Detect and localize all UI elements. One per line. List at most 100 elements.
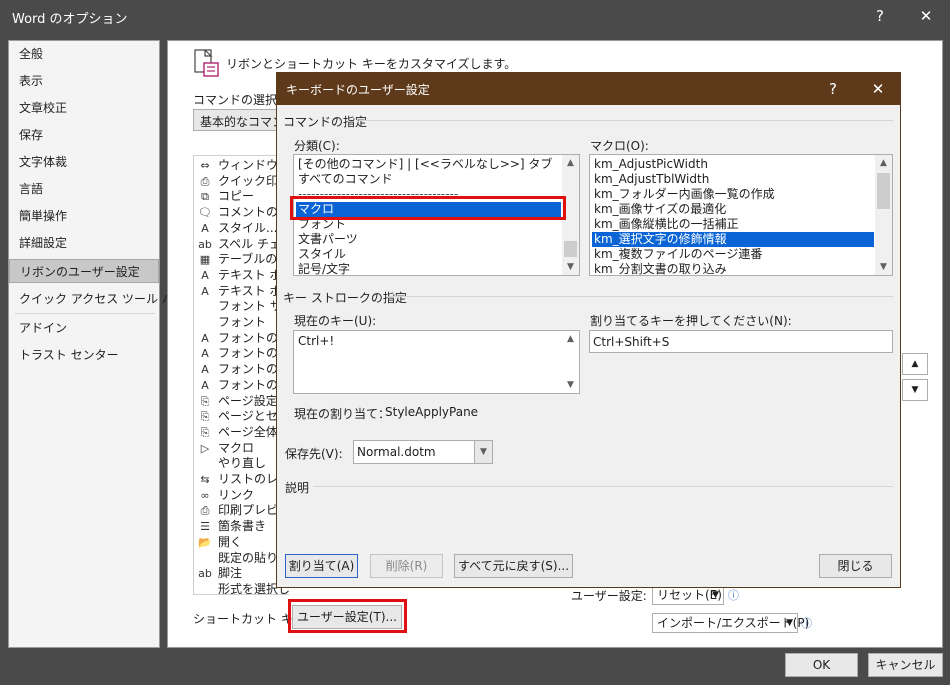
remove-button[interactable]: 削除(R): [370, 554, 443, 578]
scroll-down-icon[interactable]: ▼: [875, 259, 892, 275]
command-item[interactable]: ⎘ ページ設定...: [194, 394, 289, 410]
command-item[interactable]: 既定の貼り付け: [194, 551, 289, 567]
cancel-button[interactable]: キャンセル: [868, 653, 943, 677]
macro-item[interactable]: km_分割文書の取り込み: [592, 262, 874, 275]
category-item[interactable]: 文書パーツ: [296, 232, 561, 247]
command-item[interactable]: Aフォントの設定: [194, 378, 289, 394]
scroll-up-icon[interactable]: ▲: [562, 331, 579, 347]
macro-item[interactable]: km_AdjustTblWidth: [592, 172, 874, 187]
help-icon[interactable]: ?: [858, 0, 902, 32]
command-item[interactable]: A スタイル...: [194, 221, 289, 237]
nav-item-language[interactable]: 言語: [9, 177, 159, 201]
command-item[interactable]: Aテキスト ボックス: [194, 268, 289, 284]
group-divider: [389, 296, 893, 297]
command-item[interactable]: ▦テーブルの追加: [194, 252, 289, 268]
import-export-dropdown[interactable]: インポート/エクスポート(P) ▼: [652, 613, 809, 633]
command-item[interactable]: ⎙印刷プレビュー: [194, 503, 289, 519]
command-item[interactable]: ⎘ページとセクション: [194, 409, 289, 425]
nav-item-customize-ribbon[interactable]: リボンのユーザー設定: [9, 259, 159, 283]
command-label: 箇条書き: [218, 519, 267, 534]
scroll-thumb[interactable]: [564, 241, 577, 257]
command-item[interactable]: フォント: [194, 315, 289, 331]
press-new-key-label: 割り当てるキーを押してください(N):: [590, 314, 792, 328]
macro-item[interactable]: km_フォルダー内画像一覧の作成: [592, 187, 874, 202]
nav-item-typography[interactable]: 文字体裁: [9, 150, 159, 174]
category-item[interactable]: [その他のコマンド] | [<<ラベルなし>>] タブ: [296, 157, 561, 172]
scroll-up-icon[interactable]: ▲: [875, 155, 892, 171]
command-item[interactable]: フォント サイズ: [194, 299, 289, 315]
move-up-button[interactable]: ▲: [902, 353, 928, 375]
info-icon[interactable]: ⓘ: [801, 615, 812, 631]
scroll-down-icon[interactable]: ▼: [562, 259, 579, 275]
info-icon[interactable]: ⓘ: [728, 587, 739, 603]
command-icon: ▦: [199, 253, 211, 267]
choose-commands-select[interactable]: 基本的なコマンド: [193, 109, 279, 131]
command-icon: ⎘: [200, 410, 210, 424]
nav-item-accessibility[interactable]: 簡単操作: [9, 204, 159, 228]
nav-item-display[interactable]: 表示: [9, 69, 159, 93]
macros-list[interactable]: km_AdjustPicWidth km_AdjustTblWidth km_フ…: [589, 154, 893, 276]
command-icon: A: [201, 378, 209, 392]
description-heading: 説明: [285, 481, 310, 495]
command-item[interactable]: ⇔ウィンドウ幅に: [194, 158, 289, 174]
keyboard-customize-dialog: キーボードのユーザー設定 ? ✕ コマンドの指定 分類(C): [その他のコマン…: [276, 72, 901, 588]
move-down-button[interactable]: ▼: [902, 379, 928, 401]
command-item[interactable]: Aフォントの拡大: [194, 331, 289, 347]
current-keys-list[interactable]: Ctrl+! ▲ ▼: [293, 330, 580, 394]
command-icon: ∞: [200, 488, 210, 502]
command-item[interactable]: ⎘ ページ全体を: [194, 425, 289, 441]
macro-item-selected[interactable]: km_選択文字の修飾情報: [592, 232, 874, 247]
macro-item[interactable]: km_AdjustPicWidth: [592, 157, 874, 172]
command-item[interactable]: abスペル チェック: [194, 237, 289, 253]
command-item[interactable]: 形式を選択して貼り付け: [194, 582, 289, 594]
scroll-down-icon[interactable]: ▼: [562, 377, 579, 393]
keystroke-heading: キー ストロークの指定: [283, 291, 407, 305]
command-item[interactable]: ∞ リンク: [194, 488, 289, 504]
commands-list[interactable]: ⇔ウィンドウ幅に⎙クイック印刷⧉コピー🗨コメントの挿入Aスタイル...abスペル…: [193, 155, 289, 595]
command-item[interactable]: ⧉ コピー: [194, 189, 289, 205]
nav-item-proofing[interactable]: 文章校正: [9, 96, 159, 120]
press-new-key-input[interactable]: Ctrl+Shift+S: [589, 330, 893, 353]
nav-item-addins[interactable]: アドイン: [9, 316, 159, 340]
macro-item[interactable]: km_複数ファイルのページ連番: [592, 247, 874, 262]
reset-dropdown[interactable]: リセット(E) ▼: [652, 585, 724, 605]
command-item[interactable]: ⎙ クイック印刷: [194, 174, 289, 190]
scroll-up-icon[interactable]: ▲: [562, 155, 579, 171]
command-icon: ⇔: [200, 159, 210, 172]
current-keys-scrollbar[interactable]: ▲ ▼: [562, 331, 579, 393]
category-item[interactable]: すべてのコマンド: [296, 172, 561, 187]
category-item[interactable]: 記号/文字: [296, 262, 561, 275]
command-item[interactable]: ▷ マクロ: [194, 441, 289, 457]
command-item[interactable]: Aテキスト ボックス: [194, 284, 289, 300]
nav-item-general[interactable]: 全般: [9, 42, 159, 66]
command-item[interactable]: A フォントの色: [194, 362, 289, 378]
dialog-close-icon[interactable]: ✕: [856, 73, 900, 105]
macro-item[interactable]: km_画像サイズの最適化: [592, 202, 874, 217]
nav-item-quick-access-toolbar[interactable]: クイック アクセス ツール バー: [9, 287, 186, 311]
command-item[interactable]: やり直し: [194, 456, 289, 472]
user-settings-label: ユーザー設定:: [571, 589, 647, 603]
close-icon[interactable]: ✕: [904, 0, 948, 32]
save-in-select[interactable]: Normal.dotm ▼: [353, 440, 493, 464]
reset-all-button[interactable]: すべて元に戻す(S)...: [454, 554, 573, 578]
dialog-close-button[interactable]: 閉じる: [819, 554, 892, 578]
assign-button[interactable]: 割り当て(A): [285, 554, 358, 578]
current-key-item[interactable]: Ctrl+!: [296, 334, 561, 349]
macros-scrollbar[interactable]: ▲ ▼: [875, 155, 892, 275]
command-item[interactable]: 📂 開く: [194, 535, 289, 551]
scroll-thumb[interactable]: [877, 173, 890, 209]
dialog-help-icon[interactable]: ?: [811, 73, 855, 105]
ok-button[interactable]: OK: [785, 653, 858, 677]
command-item[interactable]: ☰ 箇条書き: [194, 519, 289, 535]
command-item[interactable]: ⇆リストのレベル: [194, 472, 289, 488]
command-item[interactable]: 🗨コメントの挿入: [194, 205, 289, 221]
nav-item-trust-center[interactable]: トラスト センター: [9, 343, 159, 367]
chevron-down-icon[interactable]: ▼: [474, 441, 492, 463]
category-item[interactable]: スタイル: [296, 247, 561, 262]
nav-item-advanced[interactable]: 詳細設定: [9, 231, 159, 255]
command-item[interactable]: ab 脚注: [194, 566, 289, 582]
command-item[interactable]: Aフォントの縮小: [194, 346, 289, 362]
macro-item[interactable]: km_画像縦横比の一括補正: [592, 217, 874, 232]
choose-commands-value: 基本的なコマンド: [200, 115, 278, 129]
nav-item-save[interactable]: 保存: [9, 123, 159, 147]
